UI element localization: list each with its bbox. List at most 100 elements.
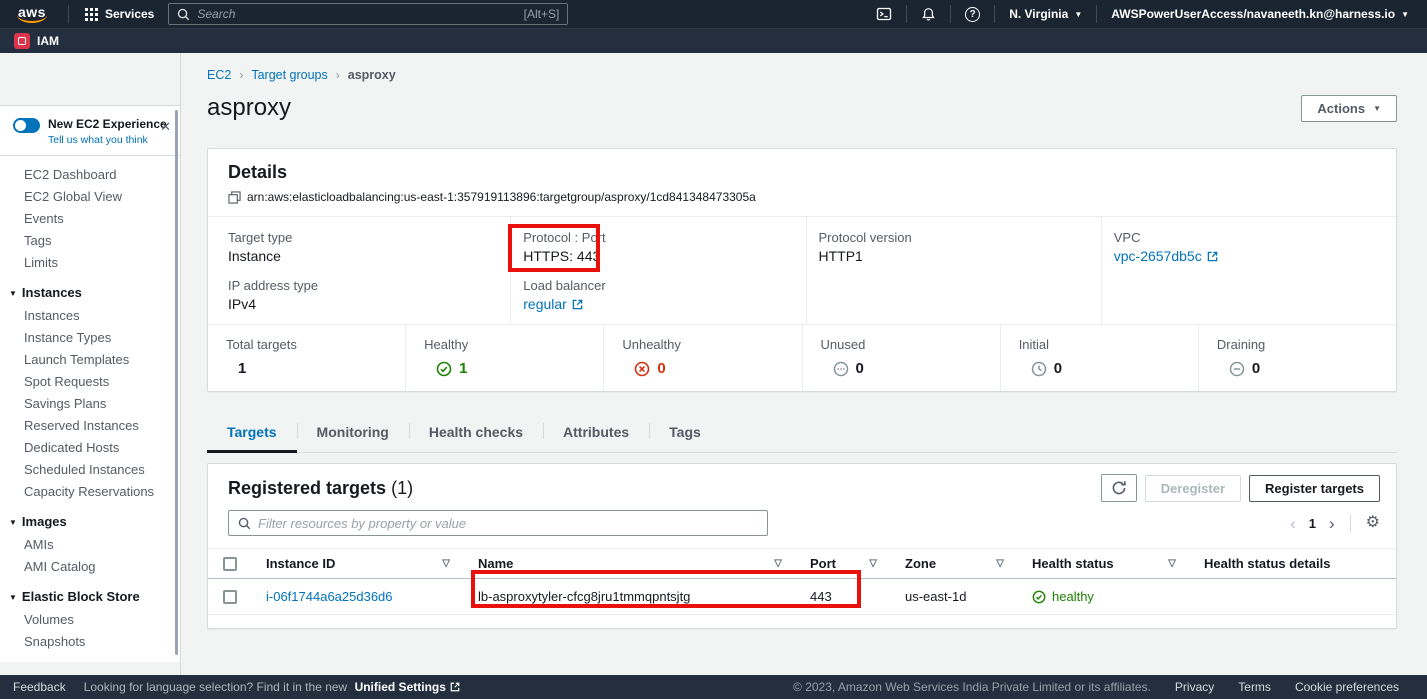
external-link-icon (572, 299, 583, 310)
sidebar-item-ec2-global-view[interactable]: EC2 Global View (0, 186, 180, 208)
register-targets-button[interactable]: Register targets (1249, 475, 1380, 502)
sidebar-item-spot-requests[interactable]: Spot Requests (0, 371, 180, 393)
next-page-icon[interactable]: › (1329, 515, 1335, 532)
total-targets-value: 1 (238, 360, 246, 377)
external-link-icon (1207, 251, 1218, 262)
sidebar-item-tags[interactable]: Tags (0, 230, 180, 252)
tab-targets[interactable]: Targets (207, 412, 297, 452)
sort-icon[interactable]: ▽ (1168, 558, 1176, 569)
refresh-button[interactable] (1101, 474, 1137, 502)
sidebar-section-images[interactable]: ▼Images (0, 511, 180, 534)
sidebar-item-ami-catalog[interactable]: AMI Catalog (0, 556, 180, 578)
filter-box[interactable] (228, 510, 768, 536)
sidebar-item-ec2-dashboard[interactable]: EC2 Dashboard (0, 164, 180, 186)
unified-settings-link[interactable]: Unified Settings (355, 680, 460, 694)
sort-icon[interactable]: ▽ (774, 558, 782, 569)
vpc-link[interactable]: vpc-2657db5c (1114, 248, 1202, 264)
target-zone: us-east-1d (905, 589, 966, 604)
region-selector[interactable]: N. Virginia ▼ (1003, 7, 1088, 21)
bell-icon (921, 7, 936, 22)
cookie-preferences-link[interactable]: Cookie preferences (1295, 680, 1399, 694)
sidebar-item-launch-templates[interactable]: Launch Templates (0, 349, 180, 371)
field-label: Target type (228, 230, 498, 245)
search-input[interactable] (197, 7, 516, 21)
tab-attributes[interactable]: Attributes (543, 412, 649, 452)
privacy-link[interactable]: Privacy (1175, 680, 1214, 694)
sidebar-item-instance-types[interactable]: Instance Types (0, 327, 180, 349)
sidebar-item-reserved-instances[interactable]: Reserved Instances (0, 415, 180, 437)
notifications-button[interactable] (915, 7, 942, 22)
iam-shortcut[interactable]: IAM (37, 34, 59, 48)
copy-icon[interactable] (228, 191, 241, 204)
sort-icon[interactable]: ▽ (996, 558, 1004, 569)
sort-icon[interactable]: ▽ (442, 558, 450, 569)
field-label: VPC (1114, 230, 1384, 245)
sidebar-item-scheduled-instances[interactable]: Scheduled Instances (0, 459, 180, 481)
iam-service-icon (14, 33, 30, 49)
sidebar-item-capacity-reservations[interactable]: Capacity Reservations (0, 481, 180, 503)
new-experience-toggle[interactable] (13, 118, 40, 133)
sidebar-item-dedicated-hosts[interactable]: Dedicated Hosts (0, 437, 180, 459)
sidebar-item-limits[interactable]: Limits (0, 252, 180, 274)
cloudshell-button[interactable] (870, 6, 898, 22)
help-icon: ? (965, 7, 980, 22)
breadcrumb-target-groups[interactable]: Target groups (251, 68, 327, 82)
page-number[interactable]: 1 (1309, 516, 1316, 531)
search-icon (238, 517, 251, 530)
stat-label: Total targets (226, 337, 387, 352)
select-all-checkbox[interactable] (223, 557, 237, 571)
breadcrumb: EC2 › Target groups › asproxy (207, 68, 1397, 82)
nav-divider (950, 5, 951, 23)
sort-icon[interactable]: ▽ (869, 558, 877, 569)
stat-label: Healthy (424, 337, 585, 352)
services-menu-button[interactable]: Services (77, 7, 162, 21)
filter-input[interactable] (258, 516, 758, 531)
nav-divider (68, 5, 69, 23)
breadcrumb-current: asproxy (348, 68, 396, 82)
sidebar-item-snapshots[interactable]: Snapshots (0, 631, 180, 653)
terms-link[interactable]: Terms (1238, 680, 1271, 694)
load-balancer-link[interactable]: regular (523, 296, 567, 312)
copyright-text: © 2023, Amazon Web Services India Privat… (793, 680, 1151, 694)
global-search[interactable]: [Alt+S] (168, 3, 568, 25)
sidebar-section-instances[interactable]: ▼Instances (0, 282, 180, 305)
feedback-link[interactable]: Feedback (13, 680, 66, 694)
chevron-down-icon: ▼ (9, 289, 17, 298)
sidebar-item-volumes[interactable]: Volumes (0, 609, 180, 631)
account-menu[interactable]: AWSPowerUserAccess/navaneeth.kn@harness.… (1105, 7, 1415, 21)
stat-label: Draining (1217, 337, 1378, 352)
target-name: lb-asproxytyler-cfcg8jru1tmmqpntsjtg (478, 589, 690, 604)
row-checkbox[interactable] (223, 590, 237, 604)
sidebar-item-events[interactable]: Events (0, 208, 180, 230)
previous-page-icon[interactable]: ‹ (1290, 515, 1296, 532)
healthy-count: 1 (459, 360, 467, 377)
target-health-summary: Total targets 1 Healthy 1 Unhealthy (208, 325, 1396, 391)
instance-id-link[interactable]: i-06f1744a6a25d36d6 (266, 589, 393, 604)
region-label: N. Virginia (1009, 7, 1068, 21)
help-button[interactable]: ? (959, 7, 986, 22)
tab-monitoring[interactable]: Monitoring (297, 412, 409, 452)
deregister-button[interactable]: Deregister (1145, 475, 1241, 502)
tab-tags[interactable]: Tags (649, 412, 721, 452)
column-header-health-status: Health status (1032, 556, 1114, 571)
draining-minus-icon (1229, 361, 1245, 377)
page-title: asproxy (207, 94, 291, 122)
aws-logo[interactable]: aws (10, 2, 60, 26)
registered-targets-panel: Registered targets (1) Deregister Regist… (207, 463, 1397, 629)
services-grid-icon (85, 8, 98, 21)
unhealthy-x-icon (634, 361, 650, 377)
actions-button[interactable]: Actions ▼ (1301, 95, 1397, 122)
breadcrumb-ec2[interactable]: EC2 (207, 68, 231, 82)
gear-icon[interactable]: ⚙ (1366, 515, 1380, 531)
sidebar-item-instances[interactable]: Instances (0, 305, 180, 327)
sidebar-item-savings-plans[interactable]: Savings Plans (0, 393, 180, 415)
tab-health-checks[interactable]: Health checks (409, 412, 543, 452)
target-group-arn: arn:aws:elasticloadbalancing:us-east-1:3… (247, 190, 756, 204)
sidebar-scrollbar[interactable] (175, 110, 178, 655)
sidebar-section-ebs[interactable]: ▼Elastic Block Store (0, 586, 180, 609)
detail-tabs: Targets Monitoring Health checks Attribu… (207, 412, 1397, 453)
ec2-sidebar: New EC2 Experience Tell us what you thin… (0, 53, 181, 675)
sidebar-item-amis[interactable]: AMIs (0, 534, 180, 556)
close-icon[interactable]: ✕ (160, 119, 171, 135)
tell-us-link[interactable]: Tell us what you think (48, 134, 167, 146)
